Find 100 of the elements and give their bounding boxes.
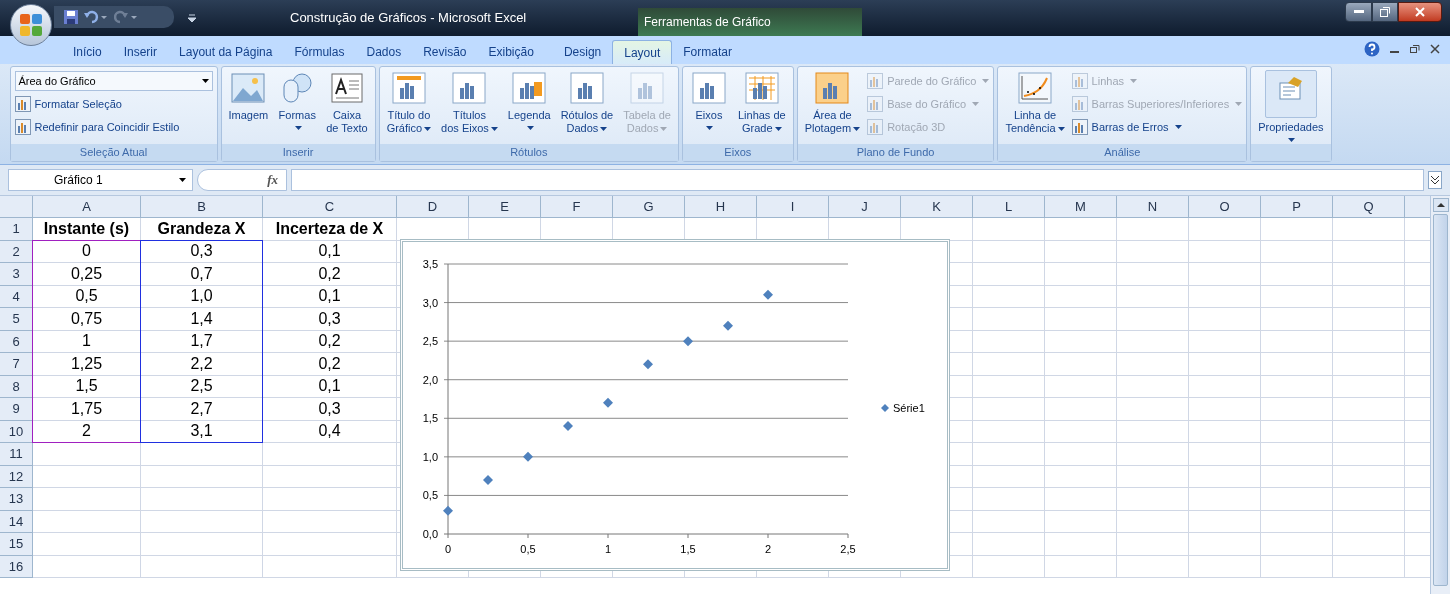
ribbon-tab[interactable]: Layout [612,40,673,64]
column-header[interactable]: E [469,196,541,218]
table-cell: Grandeza X [141,218,263,241]
row-header[interactable]: 9 [0,398,33,421]
close-button[interactable] [1398,2,1442,22]
ribbon-tab[interactable]: Início [62,40,113,64]
insert-function-button[interactable]: fx [267,170,278,190]
row-header[interactable]: 16 [0,555,33,578]
function-field[interactable]: fx [197,169,287,191]
ribbon-tab[interactable]: Layout da Página [168,40,284,64]
row-header[interactable]: 1 [0,218,33,241]
column-header[interactable]: I [757,196,829,218]
ribbon-tab[interactable]: Exibição [477,40,545,64]
minimize-button[interactable] [1345,2,1372,22]
table-cell: 1,4 [141,308,263,331]
office-button[interactable] [10,4,52,46]
caret-icon [201,79,209,83]
ribbon-tab[interactable]: Inserir [112,40,169,64]
table-cell [1261,510,1333,533]
x-tick-label: 0,5 [520,543,536,555]
column-header[interactable]: J [829,196,901,218]
row-header[interactable]: 3 [0,263,33,286]
column-header[interactable]: O [1189,196,1261,218]
table-cell [973,555,1045,578]
ribbon-button[interactable]: Formas [275,70,320,144]
column-header[interactable]: D [397,196,469,218]
formula-input[interactable] [291,169,1424,191]
column-header[interactable]: N [1117,196,1189,218]
undo-icon[interactable] [84,10,108,24]
ribbon-button[interactable]: Propriedades [1255,70,1327,144]
table-cell: 2 [33,420,141,443]
vertical-scrollbar[interactable] [1430,196,1450,594]
chart-icon [867,73,884,89]
window-title: Construção de Gráficos - Microsoft Excel [290,9,527,28]
ribbon-button[interactable]: Título do Gráfico [383,70,435,144]
restore-icon[interactable] [1410,44,1420,54]
ribbon-button[interactable]: Títulos dos Eixos [438,70,501,144]
ribbon-button[interactable]: Rótulos de Dados [557,70,617,144]
customize-toolbar-icon[interactable] [188,14,196,22]
data-point [723,320,733,331]
row-header[interactable]: 14 [0,510,33,533]
y-tick-label: 3,5 [422,258,438,270]
name-box[interactable]: Gráfico 1 [8,169,193,191]
table-cell [1333,555,1405,578]
row-header[interactable]: 15 [0,533,33,556]
expand-icon[interactable] [1428,171,1442,189]
chart-element-dropdown[interactable]: Área do Gráfico [14,71,213,91]
column-header[interactable]: G [613,196,685,218]
column-header[interactable]: B [141,196,263,218]
column-header[interactable]: A [33,196,141,218]
bar-chart-icon [452,72,487,104]
row-header[interactable]: 12 [0,465,33,488]
column-header[interactable]: C [263,196,397,218]
ribbon-button[interactable]: Imagem [225,70,272,144]
column-header[interactable]: K [901,196,973,218]
table-cell: 1,0 [141,285,263,308]
table-cell: 1,25 [33,353,141,376]
column-header[interactable]: F [541,196,613,218]
chart-area[interactable]: 0,0 0,5 1,0 1,5 2,0 2,5 3,0 3,5 0 0,5 1 1,5 2 2,5 Série1 [400,239,950,571]
ribbon-tab[interactable]: Formatar [672,40,743,64]
table-cell [1333,488,1405,511]
table-cell [1189,533,1261,556]
column-header[interactable]: L [973,196,1045,218]
ribbon-tab[interactable]: Revisão [412,40,478,64]
close-icon[interactable] [1430,44,1440,54]
help-icon[interactable] [1364,41,1380,57]
scroll-thumb[interactable] [1433,214,1448,586]
row-header[interactable]: 5 [0,308,33,331]
ribbon-button[interactable]: Caixa de Texto [323,70,371,144]
ribbon-button[interactable]: Formatar Seleção [14,94,213,114]
restore-button[interactable] [1372,2,1398,22]
ribbon-button[interactable]: Área de Plotagem [801,70,864,144]
chart-icon [14,96,31,112]
ribbon-button[interactable]: Linha de Tendência [1002,70,1068,144]
table-cell [1117,555,1189,578]
ribbon-button[interactable]: Linhas de Grade [734,70,789,144]
ribbon-tab[interactable]: Design [552,40,613,64]
column-header[interactable]: Q [1333,196,1405,218]
column-header[interactable]: H [685,196,757,218]
ribbon-button[interactable]: Legenda [504,70,554,144]
ribbon-tab[interactable]: Dados [355,40,413,64]
scroll-up-icon[interactable] [1432,198,1449,212]
row-header[interactable]: 13 [0,488,33,511]
row-header[interactable]: 11 [0,443,33,466]
column-header[interactable]: M [1045,196,1117,218]
ribbon-button[interactable]: Barras de Erros [1071,117,1243,137]
text-box-icon [329,72,364,104]
table-cell [1045,488,1117,511]
group-label: Rótulos [510,145,548,161]
save-icon[interactable] [64,10,78,24]
bar-chart-icon [569,72,604,104]
ribbon-button[interactable]: Eixos [686,70,731,144]
table-cell: 0,3 [263,398,397,421]
group-label: Plano de Fundo [856,145,935,161]
x-tick-label: 1 [604,543,612,555]
column-header[interactable]: P [1261,196,1333,218]
data-point [763,289,773,300]
ribbon-button[interactable]: Redefinir para Coincidir Estilo [14,117,213,137]
row-header[interactable]: 7 [0,353,33,376]
ribbon-tab[interactable]: Fórmulas [283,40,356,64]
